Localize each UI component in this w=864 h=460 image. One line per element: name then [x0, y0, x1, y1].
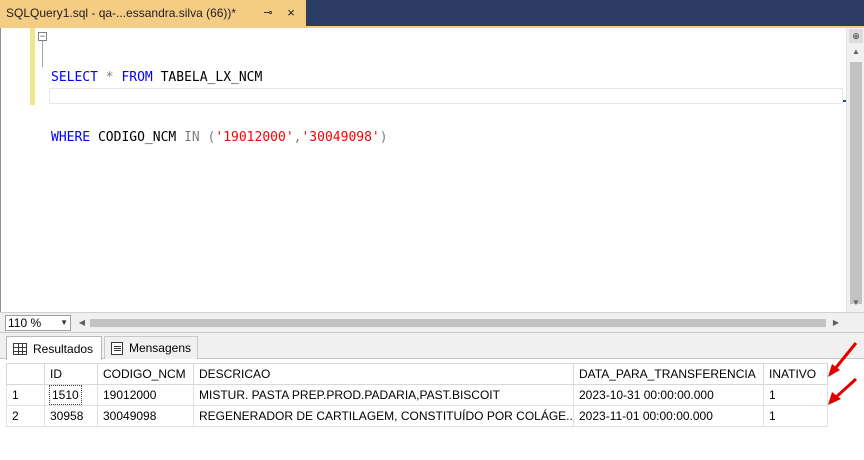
scroll-left-icon[interactable]: ◀ [76, 316, 88, 330]
column-name: CODIGO_NCM [90, 130, 185, 145]
header-cell-descricao[interactable]: DESCRICAO [193, 363, 574, 385]
row-number[interactable]: 2 [6, 405, 45, 427]
zoom-select[interactable]: 110 % ▼ [5, 315, 71, 331]
current-line-highlight [49, 88, 843, 104]
string-literal-2: '30049098' [301, 130, 380, 145]
cell-inativo[interactable]: 1 [763, 384, 828, 406]
operator-star: * [97, 70, 122, 85]
tab-mensagens[interactable]: Mensagens [104, 336, 198, 359]
scroll-right-icon[interactable]: ▶ [830, 316, 842, 330]
horizontal-scroll-thumb[interactable] [90, 319, 826, 327]
sql-code[interactable]: SELECT * FROM TABELA_LX_NCM WHERE CODIGO… [51, 28, 388, 188]
vertical-scroll-thumb[interactable] [850, 62, 862, 304]
pin-icon[interactable]: ⊸ [261, 5, 275, 19]
cell-id[interactable]: 1510 [44, 384, 98, 406]
header-cell-rownum[interactable] [6, 363, 45, 385]
fold-guide [42, 41, 43, 67]
scroll-up-icon[interactable]: ▲ [849, 45, 863, 59]
split-icon[interactable]: ⊕ [849, 29, 863, 43]
header-cell-data-para-transferencia[interactable]: DATA_PARA_TRANSFERENCIA [573, 363, 764, 385]
ssms-window: SQLQuery1.sql - qa-...essandra.silva (66… [0, 0, 864, 460]
cell-data-para-transferencia[interactable]: 2023-10-31 00:00:00.000 [573, 384, 764, 406]
change-tracking-bar [30, 28, 35, 105]
close-icon[interactable]: × [284, 5, 298, 20]
cell-inativo[interactable]: 1 [763, 405, 828, 427]
cell-data-para-transferencia[interactable]: 2023-11-01 00:00:00.000 [573, 405, 764, 427]
gutter-border [0, 28, 1, 312]
results-pane: Resultados Mensagens ID CODIGO_NCM DESCR… [0, 332, 864, 460]
keyword-select: SELECT [51, 70, 98, 85]
tab-title: SQLQuery1.sql - qa-...essandra.silva (66… [6, 6, 237, 20]
vertical-scrollbar[interactable]: ⊕ ▲ ▼ [846, 28, 864, 312]
results-grid[interactable]: ID CODIGO_NCM DESCRICAO DATA_PARA_TRANSF… [6, 363, 828, 427]
code-line-2: WHERE CODIGO_NCM IN ('19012000','3004909… [51, 128, 388, 148]
zoom-bar: 110 % ▼ ◀ ▶ [0, 312, 864, 332]
table-name: TABELA_LX_NCM [152, 70, 263, 85]
code-line-1: SELECT * FROM TABELA_LX_NCM [51, 68, 388, 88]
grid-icon [13, 342, 27, 355]
document-tab-strip: SQLQuery1.sql - qa-...essandra.silva (66… [0, 0, 864, 26]
cell-descricao[interactable]: REGENERADOR DE CARTILAGEM, CONSTITUÍDO P… [193, 405, 574, 427]
table-row[interactable]: 2 30958 30049098 REGENERADOR DE CARTILAG… [6, 405, 828, 427]
tab-resultados-label: Resultados [33, 341, 94, 356]
string-literal-1: '19012000' [215, 130, 294, 145]
tab-mensagens-label: Mensagens [128, 341, 191, 355]
cell-id[interactable]: 30958 [44, 405, 98, 427]
tab-resultados[interactable]: Resultados [6, 336, 102, 360]
cell-codigo-ncm[interactable]: 30049098 [97, 405, 194, 427]
close-paren: ) [379, 130, 388, 145]
messages-icon [111, 341, 123, 355]
collapse-toggle-icon[interactable]: − [38, 32, 47, 41]
table-row[interactable]: 1 1510 19012000 MISTUR. PASTA PREP.PROD.… [6, 384, 828, 406]
open-paren: ( [199, 130, 216, 145]
header-cell-codigo-ncm[interactable]: CODIGO_NCM [97, 363, 194, 385]
query-editor[interactable]: − SELECT * FROM TABELA_LX_NCM WHERE CODI… [0, 28, 864, 312]
scroll-down-icon[interactable]: ▼ [849, 296, 863, 310]
cell-codigo-ncm[interactable]: 19012000 [97, 384, 194, 406]
row-number[interactable]: 1 [6, 384, 45, 406]
results-tabs: Resultados Mensagens [0, 333, 864, 360]
keyword-in: IN [184, 130, 200, 145]
tab-sqlquery1[interactable]: SQLQuery1.sql - qa-...essandra.silva (66… [0, 0, 306, 26]
annotation-arrow-icon [828, 377, 858, 405]
chevron-down-icon[interactable]: ▼ [60, 316, 68, 330]
cell-id-value: 1510 [49, 385, 82, 405]
header-row: ID CODIGO_NCM DESCRICAO DATA_PARA_TRANSF… [6, 363, 828, 385]
annotation-arrow-icon [828, 342, 858, 377]
header-cell-id[interactable]: ID [44, 363, 98, 385]
keyword-where: WHERE [51, 130, 91, 145]
zoom-value: 110 % [8, 316, 42, 330]
keyword-from: FROM [121, 70, 153, 85]
header-cell-inativo[interactable]: INATIVO [763, 363, 828, 385]
cell-descricao[interactable]: MISTUR. PASTA PREP.PROD.PADARIA,PAST.BIS… [193, 384, 574, 406]
